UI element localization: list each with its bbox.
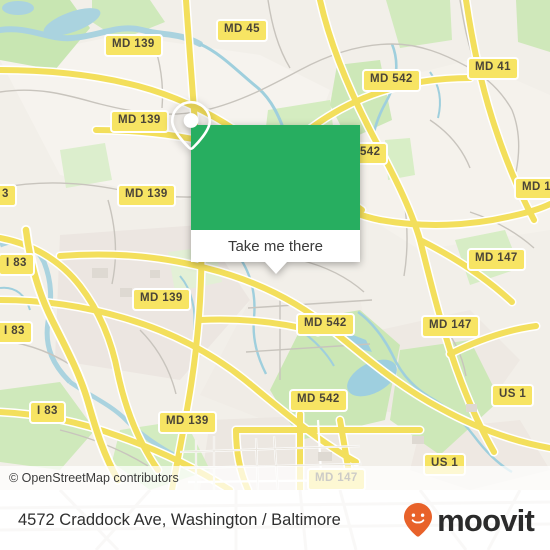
road-shield: US 1 (491, 384, 535, 407)
moovit-smiley-pin-icon (404, 503, 433, 537)
map-canvas[interactable]: MD 45MD 139MD 542MD 41MD 139542MD 143MD … (0, 0, 550, 490)
road-shield: MD 139 (104, 34, 163, 57)
road-shield: MD 147 (467, 248, 526, 271)
road-shield: MD 139 (158, 411, 217, 434)
road-shield: I 83 (29, 401, 66, 424)
road-shield: 3 (0, 184, 17, 207)
road-shield: MD 139 (117, 184, 176, 207)
road-shield: I 83 (0, 321, 33, 344)
take-me-there-label: Take me there (227, 237, 324, 255)
road-shield: MD 542 (362, 69, 421, 92)
road-shield: MD 542 (296, 313, 355, 336)
take-me-there-button[interactable]: Take me there (191, 230, 360, 262)
callout-pointer-tail (264, 262, 287, 274)
road-shield: MD 41 (467, 57, 519, 80)
road-shield: MD 14 (514, 177, 550, 200)
location-pin-icon (170, 100, 212, 150)
footer-bar: 4572 Craddock Ave, Washington / Baltimor… (0, 490, 550, 550)
moovit-wordmark: moovit (437, 502, 535, 538)
road-shield: MD 542 (289, 389, 348, 412)
road-shield: US 1 (423, 453, 467, 476)
callout-marker-panel (170, 100, 360, 230)
road-shield: MD 139 (110, 110, 169, 133)
road-shield: MD 147 (421, 315, 480, 338)
moovit-logo: moovit (403, 502, 535, 538)
moovit-map-screen: MD 45MD 139MD 542MD 41MD 139542MD 143MD … (0, 0, 550, 550)
road-shield: MD 139 (132, 288, 191, 311)
road-shield: I 83 (0, 253, 35, 276)
address-label: 4572 Craddock Ave, Washington / Baltimor… (18, 510, 341, 529)
destination-callout[interactable]: Take me there (170, 100, 360, 274)
road-shield: MD 45 (216, 19, 268, 42)
road-shield: MD 147 (307, 468, 366, 490)
